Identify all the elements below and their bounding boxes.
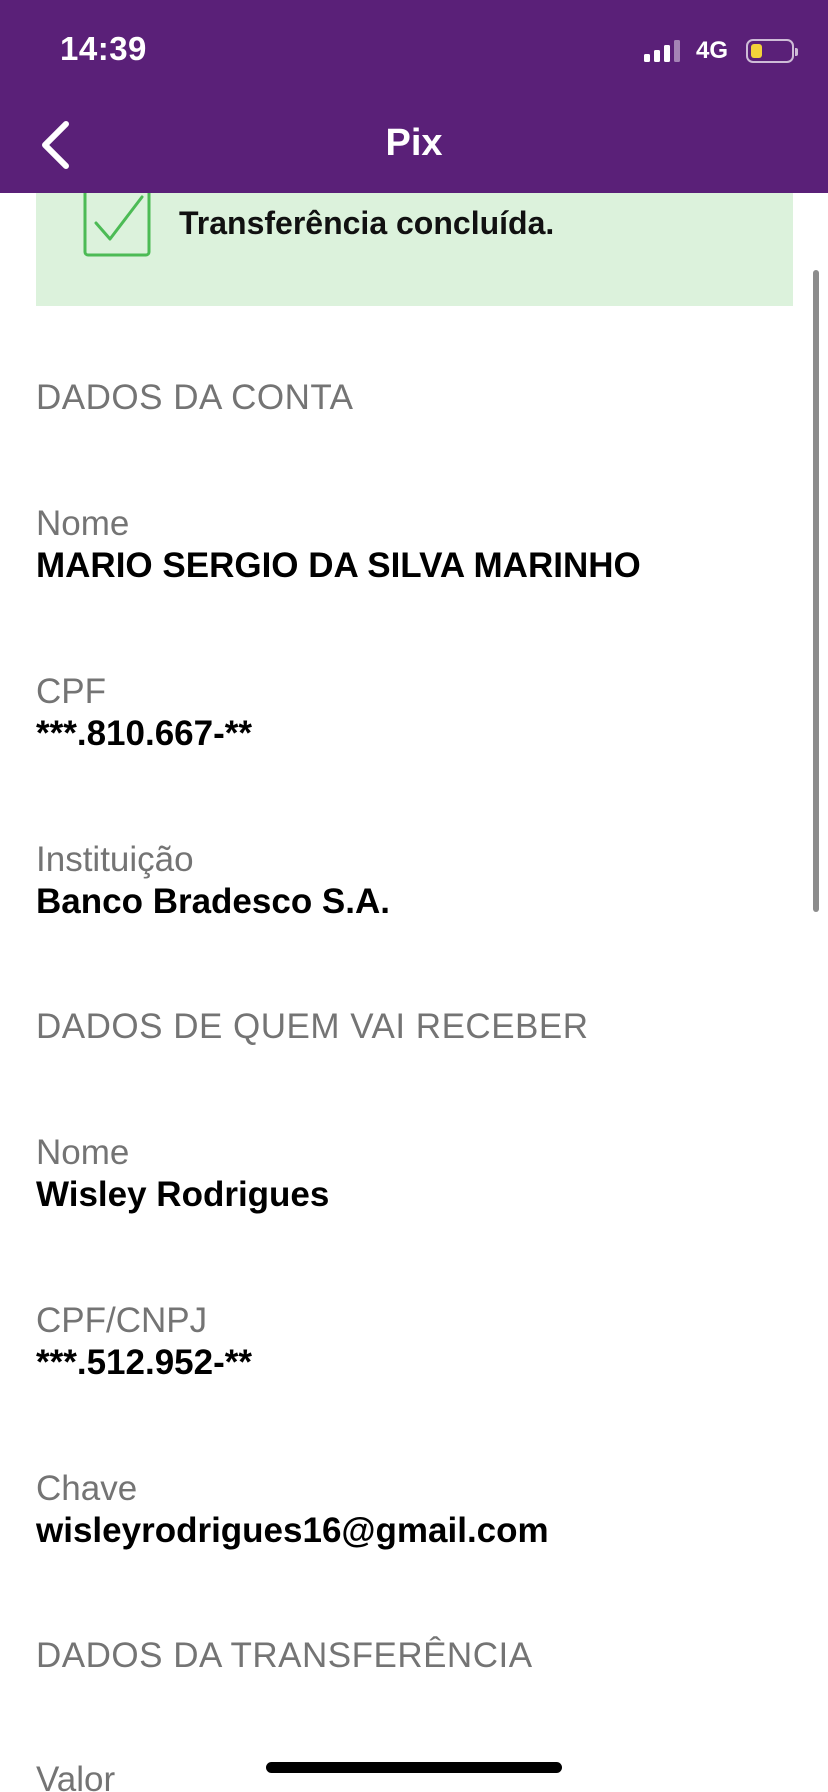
section-recipient-title: DADOS DE QUEM VAI RECEBER [36, 1007, 589, 1046]
home-indicator[interactable] [266, 1762, 562, 1773]
recipient-doc-label: CPF/CNPJ [36, 1301, 208, 1340]
recipient-name-label: Nome [36, 1133, 130, 1172]
account-cpf-value: ***.810.667-** [36, 714, 252, 753]
account-institution-value: Banco Bradesco S.A. [36, 882, 390, 921]
account-name-value: MARIO SERGIO DA SILVA MARINHO [36, 546, 641, 585]
pix-receipt-screen: 14:39 4G Pix Transferência concluída. DA… [0, 0, 828, 1792]
success-banner: Transferência concluída. [36, 193, 793, 306]
account-name-label: Nome [36, 504, 130, 543]
success-message: Transferência concluída. [179, 205, 555, 241]
recipient-key-value: wisleyrodrigues16@gmail.com [36, 1511, 549, 1550]
account-cpf-label: CPF [36, 672, 106, 711]
top-bar: 14:39 4G Pix [0, 0, 828, 193]
scrollbar[interactable] [813, 270, 819, 912]
recipient-name-value: Wisley Rodrigues [36, 1175, 330, 1214]
recipient-doc-value: ***.512.952-** [36, 1343, 252, 1382]
recipient-key-label: Chave [36, 1469, 138, 1508]
transfer-value-label: Valor [36, 1760, 116, 1792]
checkbox-check-icon [83, 193, 151, 257]
status-time: 14:39 [60, 30, 147, 67]
account-institution-label: Instituição [36, 840, 194, 879]
status-indicators: 4G [643, 36, 798, 66]
battery-icon [746, 39, 798, 63]
signal-icon [643, 40, 680, 62]
section-transfer-title: DADOS DA TRANSFERÊNCIA [36, 1636, 533, 1675]
page-title: Pix [385, 122, 443, 164]
network-type: 4G [695, 37, 728, 64]
section-account-title: DADOS DA CONTA [36, 378, 354, 417]
